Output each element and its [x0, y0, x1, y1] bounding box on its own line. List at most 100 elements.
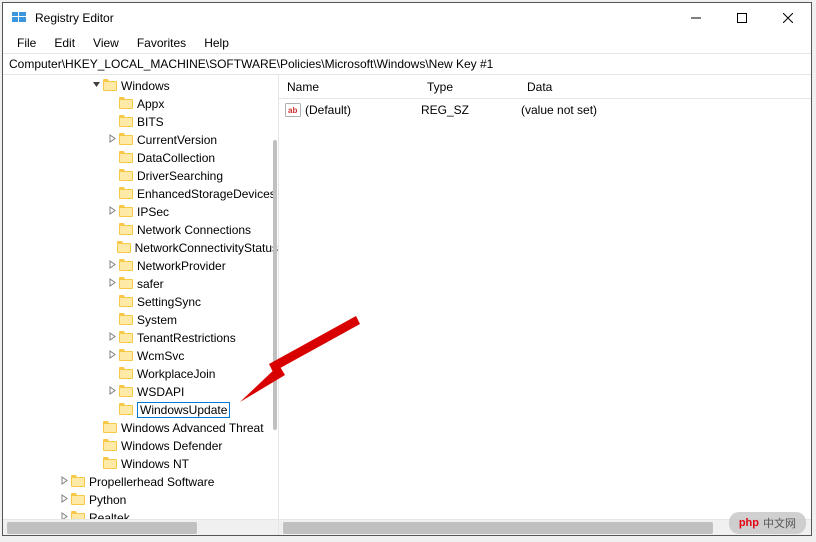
app-icon — [11, 9, 27, 28]
chevron-right-icon[interactable] — [105, 134, 119, 146]
tree-item[interactable]: Appx — [9, 95, 278, 113]
menu-file[interactable]: File — [9, 34, 44, 52]
tree-item-label: TenantRestrictions — [137, 331, 236, 345]
value-data: (value not set) — [521, 103, 811, 117]
folder-icon — [103, 457, 121, 472]
tree-item-label: CurrentVersion — [137, 133, 217, 147]
tree-item-label: Python — [89, 493, 126, 507]
folder-icon — [119, 385, 137, 400]
address-path: Computer\HKEY_LOCAL_MACHINE\SOFTWARE\Pol… — [9, 57, 493, 71]
chevron-right-icon[interactable] — [105, 278, 119, 290]
folder-icon — [119, 151, 137, 166]
tree-item[interactable]: Windows Advanced Threat — [9, 419, 278, 437]
tree-item-label: NetworkProvider — [137, 259, 226, 273]
column-type[interactable]: Type — [419, 80, 519, 94]
menu-edit[interactable]: Edit — [46, 34, 83, 52]
menu-help[interactable]: Help — [196, 34, 237, 52]
tree-horizontal-scrollbar[interactable] — [3, 519, 278, 535]
tree-item-label: System — [137, 313, 177, 327]
list-row[interactable]: ab (Default) REG_SZ (value not set) — [279, 101, 811, 119]
folder-icon — [119, 313, 137, 328]
tree-item[interactable]: System — [9, 311, 278, 329]
tree-item[interactable]: WSDAPI — [9, 383, 278, 401]
folder-icon — [119, 403, 137, 418]
tree-item-label: WcmSvc — [137, 349, 184, 363]
tree-item[interactable]: WindowsUpdate — [9, 401, 278, 419]
tree-item-label: DataCollection — [137, 151, 215, 165]
content-area: Windows Appx BITS CurrentVersion DataCol… — [3, 75, 811, 535]
list-pane: Name Type Data ab (Default) REG_SZ (valu… — [279, 75, 811, 535]
watermark-brand: php — [739, 517, 759, 529]
tree-item[interactable]: Windows — [9, 77, 278, 95]
chevron-right-icon[interactable] — [105, 332, 119, 344]
folder-icon — [71, 511, 89, 520]
address-bar[interactable]: Computer\HKEY_LOCAL_MACHINE\SOFTWARE\Pol… — [3, 53, 811, 75]
tree-vertical-scrollbar[interactable] — [272, 75, 278, 503]
folder-icon — [103, 79, 121, 94]
tree-item[interactable]: DataCollection — [9, 149, 278, 167]
tree-item[interactable]: Windows NT — [9, 455, 278, 473]
tree-item-label: Windows — [121, 79, 170, 93]
maximize-button[interactable] — [719, 3, 765, 33]
tree-item[interactable]: Python — [9, 491, 278, 509]
watermark: php 中文网 — [729, 512, 806, 534]
minimize-button[interactable] — [673, 3, 719, 33]
tree-item-label-editing[interactable]: WindowsUpdate — [137, 402, 230, 418]
tree-item[interactable]: Windows Defender — [9, 437, 278, 455]
chevron-right-icon[interactable] — [105, 260, 119, 272]
tree-item[interactable]: Propellerhead Software — [9, 473, 278, 491]
tree-item[interactable]: WcmSvc — [9, 347, 278, 365]
tree-item-label: DriverSearching — [137, 169, 223, 183]
chevron-right-icon[interactable] — [57, 494, 71, 506]
menu-view[interactable]: View — [85, 34, 127, 52]
menu-favorites[interactable]: Favorites — [129, 34, 194, 52]
tree-pane: Windows Appx BITS CurrentVersion DataCol… — [3, 75, 279, 535]
tree-item[interactable]: NetworkProvider — [9, 257, 278, 275]
folder-icon — [103, 421, 121, 436]
folder-icon — [119, 223, 137, 238]
folder-icon — [119, 115, 137, 130]
tree-item[interactable]: TenantRestrictions — [9, 329, 278, 347]
tree-item[interactable]: Network Connections — [9, 221, 278, 239]
tree-item-label: Windows Advanced Threat — [121, 421, 264, 435]
column-data[interactable]: Data — [519, 80, 811, 94]
tree-item[interactable]: SettingSync — [9, 293, 278, 311]
chevron-down-icon[interactable] — [89, 80, 103, 92]
folder-icon — [119, 187, 137, 202]
value-type: REG_SZ — [421, 103, 521, 117]
tree-item-label: IPSec — [137, 205, 169, 219]
folder-icon — [117, 241, 135, 256]
tree-item[interactable]: BITS — [9, 113, 278, 131]
registry-editor-window: Registry Editor File Edit View Favorites… — [2, 2, 812, 536]
watermark-text: 中文网 — [763, 515, 796, 531]
tree-scroll[interactable]: Windows Appx BITS CurrentVersion DataCol… — [3, 75, 278, 519]
column-name[interactable]: Name — [279, 80, 419, 94]
tree-item[interactable]: WorkplaceJoin — [9, 365, 278, 383]
chevron-right-icon[interactable] — [57, 512, 71, 519]
chevron-right-icon[interactable] — [105, 386, 119, 398]
close-button[interactable] — [765, 3, 811, 33]
list-body[interactable]: ab (Default) REG_SZ (value not set) — [279, 99, 811, 519]
svg-text:ab: ab — [288, 106, 297, 115]
tree-item[interactable]: CurrentVersion — [9, 131, 278, 149]
window-controls — [673, 3, 811, 33]
chevron-right-icon[interactable] — [105, 206, 119, 218]
tree-item[interactable]: DriverSearching — [9, 167, 278, 185]
tree-item[interactable]: IPSec — [9, 203, 278, 221]
tree-item-label: SettingSync — [137, 295, 201, 309]
tree-item-label: NetworkConnectivityStatus — [135, 241, 278, 255]
tree-item-label: Windows Defender — [121, 439, 222, 453]
folder-icon — [119, 295, 137, 310]
tree-item-label: Windows NT — [121, 457, 189, 471]
chevron-right-icon[interactable] — [105, 350, 119, 362]
chevron-right-icon[interactable] — [57, 476, 71, 488]
tree-item[interactable]: EnhancedStorageDevices — [9, 185, 278, 203]
tree-item[interactable]: safer — [9, 275, 278, 293]
string-value-icon: ab — [285, 103, 301, 117]
folder-icon — [103, 439, 121, 454]
folder-icon — [119, 331, 137, 346]
menubar: File Edit View Favorites Help — [3, 33, 811, 53]
tree-item[interactable]: Realtek — [9, 509, 278, 519]
tree-item[interactable]: NetworkConnectivityStatus — [9, 239, 278, 257]
tree-item-label: Appx — [137, 97, 164, 111]
